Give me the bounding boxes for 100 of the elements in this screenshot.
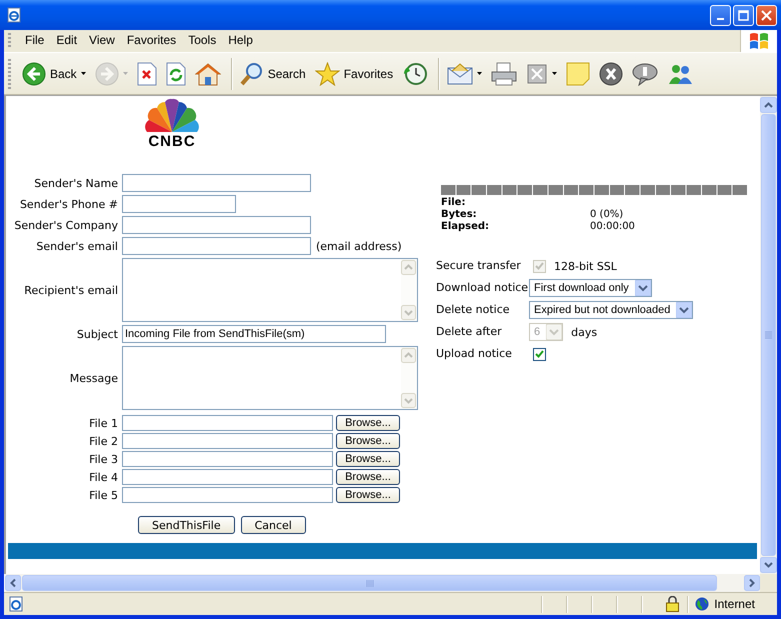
- info-label: Bytes:: [441, 209, 478, 221]
- option-label: Secure transfer: [436, 258, 522, 274]
- caret-icon: [80, 72, 86, 75]
- field-label: Subject: [76, 328, 118, 340]
- scroll-left-button[interactable]: [5, 575, 21, 591]
- clock-icon: [402, 62, 428, 86]
- send-button[interactable]: SendThisFile: [138, 516, 235, 534]
- caret-icon: [676, 302, 692, 318]
- input-field[interactable]: [122, 195, 236, 213]
- minimize-button[interactable]: [710, 4, 731, 26]
- grip-icon: [765, 331, 772, 339]
- browse-button[interactable]: Browse...: [336, 415, 400, 431]
- field-label: Sender's Name: [33, 176, 118, 190]
- info-label: File:: [441, 197, 466, 209]
- file-field[interactable]: [122, 487, 333, 503]
- document-refresh-icon: [166, 62, 186, 86]
- menu-item[interactable]: Help: [222, 30, 259, 52]
- file-field[interactable]: [122, 415, 333, 431]
- checkbox[interactable]: [533, 348, 546, 360]
- field-label: Recipient's email: [23, 284, 118, 296]
- scroll-up-icon: [401, 260, 416, 275]
- file-field[interactable]: [122, 451, 333, 467]
- input-field[interactable]: [122, 174, 311, 192]
- browse-button[interactable]: Browse...: [336, 433, 400, 449]
- speech-bubble-icon: [632, 62, 658, 86]
- arrow-right-icon: [94, 62, 119, 86]
- caret-icon: [122, 72, 128, 75]
- option-text: days: [571, 326, 598, 338]
- field-label: File 5: [88, 488, 118, 502]
- menu-item[interactable]: Tools: [182, 30, 222, 52]
- browse-button[interactable]: Browse...: [336, 451, 400, 467]
- minimize-icon: [717, 18, 724, 20]
- menu-item[interactable]: Edit: [50, 30, 84, 52]
- favorites-button[interactable]: Favorites: [312, 58, 396, 90]
- page-icon: [8, 596, 24, 612]
- chevron-down-icon: [760, 557, 777, 573]
- scrollbar-thumb[interactable]: [22, 575, 717, 591]
- scrollbar-thumb[interactable]: [761, 114, 776, 556]
- close-icon: [761, 10, 772, 20]
- file-field[interactable]: [122, 433, 333, 449]
- flag-icon: [748, 31, 770, 51]
- input-field[interactable]: Incoming File from SendThisFile(sm): [122, 325, 386, 343]
- info-value: 00:00:00: [590, 221, 636, 233]
- field-label: Message: [68, 372, 118, 384]
- field-hint: (email address): [316, 240, 402, 252]
- field-label: Sender's Phone #: [18, 198, 118, 210]
- input-field[interactable]: [122, 237, 311, 255]
- house-icon: [194, 62, 221, 86]
- option-label: Delete after: [436, 324, 503, 340]
- caret-icon: [546, 324, 562, 340]
- caret-icon: [634, 280, 651, 296]
- field-label: File 4: [88, 470, 118, 484]
- scroll-down-icon: [401, 393, 416, 408]
- dropdown[interactable]: Expired but not downloaded: [529, 301, 694, 319]
- check-icon: [535, 350, 544, 358]
- star-icon: [314, 62, 340, 86]
- logo: CNBC: [135, 98, 209, 152]
- field-label: File 3: [88, 452, 118, 466]
- printer-icon: [491, 62, 518, 86]
- check-icon: [535, 262, 544, 270]
- scroll-up-icon: [401, 348, 416, 363]
- info-label: Elapsed:: [441, 221, 490, 233]
- chevron-right-icon: [744, 575, 760, 591]
- back-button[interactable]: Back: [19, 58, 89, 90]
- text-area[interactable]: [122, 346, 418, 410]
- field-label: Sender's email: [35, 240, 118, 252]
- field-label: File 1: [88, 416, 118, 430]
- scroll-down-icon: [401, 305, 416, 320]
- dropdown[interactable]: First download only: [529, 279, 652, 297]
- search-button[interactable]: Search: [236, 58, 309, 90]
- search-icon: [240, 62, 264, 86]
- field-label: File 2: [88, 434, 118, 448]
- arrow-left-icon: [22, 62, 46, 86]
- scroll-right-button[interactable]: [744, 575, 760, 591]
- option-label: Download notice: [436, 280, 529, 296]
- caret-icon: [552, 72, 558, 75]
- menu-item[interactable]: View: [83, 30, 121, 52]
- browse-button[interactable]: Browse...: [336, 469, 400, 485]
- info-value: 0 (0%): [590, 209, 624, 221]
- scroll-up-button[interactable]: [760, 97, 777, 113]
- file-field[interactable]: [122, 469, 333, 485]
- maximize-button[interactable]: [733, 4, 754, 26]
- x-circle-icon: [599, 62, 624, 86]
- option-text: 128-bit SSL: [554, 260, 617, 272]
- scroll-down-button[interactable]: [760, 557, 777, 573]
- cancel-button[interactable]: Cancel: [240, 516, 306, 534]
- menu-item[interactable]: File: [19, 30, 50, 52]
- grip-icon: [366, 580, 374, 586]
- chevron-left-icon: [5, 575, 21, 591]
- envelope-icon: [447, 62, 474, 84]
- browse-button[interactable]: Browse...: [336, 487, 400, 503]
- close-button[interactable]: [756, 4, 777, 26]
- option-label: Delete notice: [436, 302, 511, 318]
- field-label: Sender's Company: [13, 218, 118, 232]
- menu-item[interactable]: Favorites: [120, 30, 182, 52]
- zone-label: Internet: [714, 597, 755, 611]
- sticky-note-icon: [566, 62, 590, 86]
- lock-icon: [666, 596, 680, 612]
- input-field[interactable]: [122, 216, 311, 234]
- text-area[interactable]: [122, 258, 418, 322]
